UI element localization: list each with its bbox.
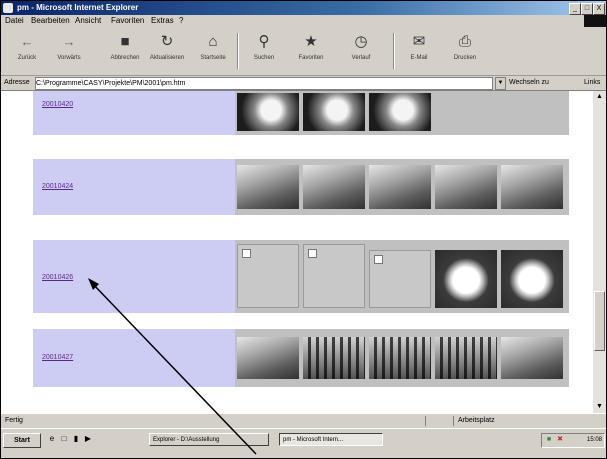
- status-divider: [453, 416, 454, 426]
- thumbnail[interactable]: [303, 165, 365, 209]
- thumbnail[interactable]: [237, 337, 299, 379]
- home-icon: ⌂: [208, 33, 218, 50]
- image-placeholder[interactable]: [369, 250, 431, 308]
- menu-tools[interactable]: Extras: [151, 15, 174, 27]
- taskbar: Start e □ ▮ ▶ Explorer - D:\Ausstellung …: [1, 428, 606, 458]
- thumbnail[interactable]: [369, 165, 431, 209]
- date-link[interactable]: 20010426: [42, 274, 73, 281]
- quicklaunch-ie-icon[interactable]: e: [47, 434, 57, 444]
- print-icon: ⎙: [458, 33, 471, 50]
- thumbnail[interactable]: [303, 337, 365, 379]
- favorites-icon: ★: [304, 33, 318, 50]
- back-arrow-icon: ←: [20, 34, 34, 49]
- clock: 15:08: [586, 437, 602, 443]
- title-bar: pm - Microsoft Internet Explorer _ □ X: [1, 1, 606, 15]
- thumbnail[interactable]: [501, 250, 563, 308]
- thumbnail[interactable]: [435, 250, 497, 308]
- menu-file[interactable]: Datei: [5, 15, 24, 27]
- address-bar: Adresse C:\Programme\CASY\Projekte\PM\20…: [1, 76, 606, 91]
- stop-button[interactable]: ■ Abbrechen: [105, 29, 145, 73]
- toolbar-separator: [393, 33, 395, 69]
- page-content: 20010420 20010424 20010426 20010427: [1, 91, 593, 413]
- minimize-button[interactable]: _: [569, 3, 581, 15]
- system-tray: ■ ✖ 15:08: [541, 433, 605, 448]
- date-link[interactable]: 20010427: [42, 354, 73, 361]
- ie-logo-icon: [3, 3, 13, 13]
- thumbnail[interactable]: [237, 165, 299, 209]
- start-button[interactable]: Start: [3, 433, 41, 448]
- thumbnail[interactable]: [369, 337, 431, 379]
- quicklaunch-media-icon[interactable]: ▶: [83, 434, 93, 444]
- address-input[interactable]: C:\Programme\CASY\Projekte\PM\2001\pm.ht…: [35, 77, 493, 90]
- thumbnail[interactable]: [435, 337, 497, 379]
- history-icon: ◷: [354, 33, 368, 50]
- close-button[interactable]: X: [593, 3, 605, 15]
- stop-icon: ■: [120, 33, 130, 50]
- table-row: 20010424: [33, 159, 569, 215]
- maximize-button[interactable]: □: [581, 3, 593, 15]
- back-button[interactable]: ← Zurück: [7, 29, 47, 73]
- table-row: 20010426: [33, 240, 569, 313]
- taskbar-ie[interactable]: pm - Microsoft Intern...: [279, 433, 383, 446]
- thumbnail[interactable]: [303, 93, 365, 131]
- taskbar-explorer[interactable]: Explorer - D:\Ausstellung: [149, 433, 269, 446]
- quicklaunch-folder-icon[interactable]: ▮: [71, 434, 81, 444]
- status-bar: Fertig Arbeitsplatz: [1, 413, 606, 428]
- tray-network-icon[interactable]: ■: [545, 436, 553, 444]
- quicklaunch-desktop-icon[interactable]: □: [59, 434, 69, 444]
- refresh-button[interactable]: ↻ Aktualisieren: [147, 29, 187, 73]
- browser-window: pm - Microsoft Internet Explorer _ □ X D…: [0, 0, 607, 459]
- window-title: pm - Microsoft Internet Explorer: [17, 3, 139, 12]
- forward-button[interactable]: → Vorwärts: [49, 29, 89, 73]
- toolbar-separator: [237, 33, 239, 69]
- vertical-scrollbar[interactable]: ▲ ▼: [593, 91, 606, 413]
- search-icon: ⚲: [258, 33, 270, 50]
- search-button[interactable]: ⚲ Suchen: [244, 29, 284, 73]
- menu-bar: Datei Bearbeiten Ansicht Favoriten Extra…: [1, 15, 606, 37]
- security-zone: Arbeitsplatz: [458, 417, 495, 424]
- thumbnail[interactable]: [435, 165, 497, 209]
- image-placeholder[interactable]: [303, 244, 365, 308]
- date-cell: [33, 91, 235, 135]
- print-button[interactable]: ⎙ Drucken: [445, 29, 485, 73]
- address-label: Adresse: [4, 79, 30, 86]
- date-link[interactable]: 20010420: [42, 101, 73, 108]
- date-link[interactable]: 20010424: [42, 183, 73, 190]
- tray-antivirus-icon[interactable]: ✖: [556, 436, 564, 444]
- menu-view[interactable]: Ansicht: [75, 15, 101, 27]
- thumbnail[interactable]: [501, 165, 563, 209]
- refresh-icon: ↻: [160, 33, 174, 50]
- status-divider: [425, 416, 426, 426]
- address-dropdown-button[interactable]: ▼: [495, 77, 506, 90]
- links-button[interactable]: Links: [584, 77, 600, 89]
- menu-help[interactable]: ?: [179, 15, 183, 27]
- status-text: Fertig: [5, 417, 23, 424]
- thumbnail[interactable]: [369, 93, 431, 131]
- mail-icon: ✉: [412, 33, 426, 50]
- home-button[interactable]: ⌂ Startseite: [193, 29, 233, 73]
- table-row: 20010427: [33, 329, 569, 387]
- thumbnail[interactable]: [501, 337, 563, 379]
- favorites-button[interactable]: ★ Favoriten: [291, 29, 331, 73]
- menu-edit[interactable]: Bearbeiten: [31, 15, 70, 27]
- thumbnail[interactable]: [237, 93, 299, 131]
- menu-favorites[interactable]: Favoriten: [111, 15, 144, 27]
- mail-button[interactable]: ✉ E-Mail: [399, 29, 439, 73]
- table-row: 20010420: [33, 91, 569, 135]
- scrollbar-thumb[interactable]: [594, 291, 605, 351]
- forward-arrow-icon: →: [62, 34, 76, 49]
- toolbar: ← Zurück → Vorwärts ■ Abbrechen ↻ Aktual…: [1, 27, 606, 76]
- scroll-down-icon[interactable]: ▼: [594, 401, 605, 412]
- scroll-up-icon[interactable]: ▲: [594, 91, 605, 102]
- image-placeholder[interactable]: [237, 244, 299, 308]
- go-button[interactable]: Wechseln zu: [509, 77, 549, 89]
- history-button[interactable]: ◷ Verlauf: [341, 29, 381, 73]
